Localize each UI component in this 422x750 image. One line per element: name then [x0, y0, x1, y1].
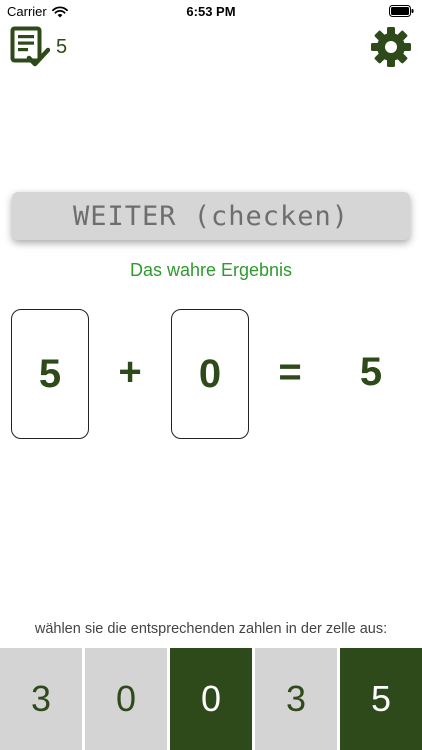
gear-icon[interactable]	[370, 26, 412, 68]
app-screen: Carrier 6:53 PM 5 WEITER (checken) Das w…	[0, 0, 422, 750]
status-time: 6:53 PM	[186, 4, 236, 19]
instruction-text: wählen sie die entsprechenden zahlen in …	[34, 621, 388, 637]
operand-b-cell[interactable]: 0	[171, 309, 249, 439]
digit-button-row: 3 0 0 3 5	[0, 648, 422, 750]
status-bar: Carrier 6:53 PM	[0, 0, 422, 22]
digit-button[interactable]: 3	[255, 648, 337, 750]
digit-button[interactable]: 5	[340, 648, 422, 750]
equals-sign: =	[278, 350, 302, 394]
result-value: 5	[359, 350, 383, 394]
digit-button[interactable]: 0	[85, 648, 167, 750]
score-count: 5	[56, 35, 68, 58]
score-area: 5	[10, 26, 67, 68]
digit-button[interactable]: 3	[0, 648, 82, 750]
result-caption: Das wahre Ergebnis	[129, 260, 293, 280]
operand-a-cell[interactable]: 5	[11, 309, 89, 439]
digit-button[interactable]: 0	[170, 648, 252, 750]
battery-icon	[389, 5, 414, 17]
next-check-button[interactable]: WEITER (checken)	[12, 192, 410, 240]
checklist-icon[interactable]	[10, 26, 50, 68]
plus-sign: +	[118, 350, 142, 394]
